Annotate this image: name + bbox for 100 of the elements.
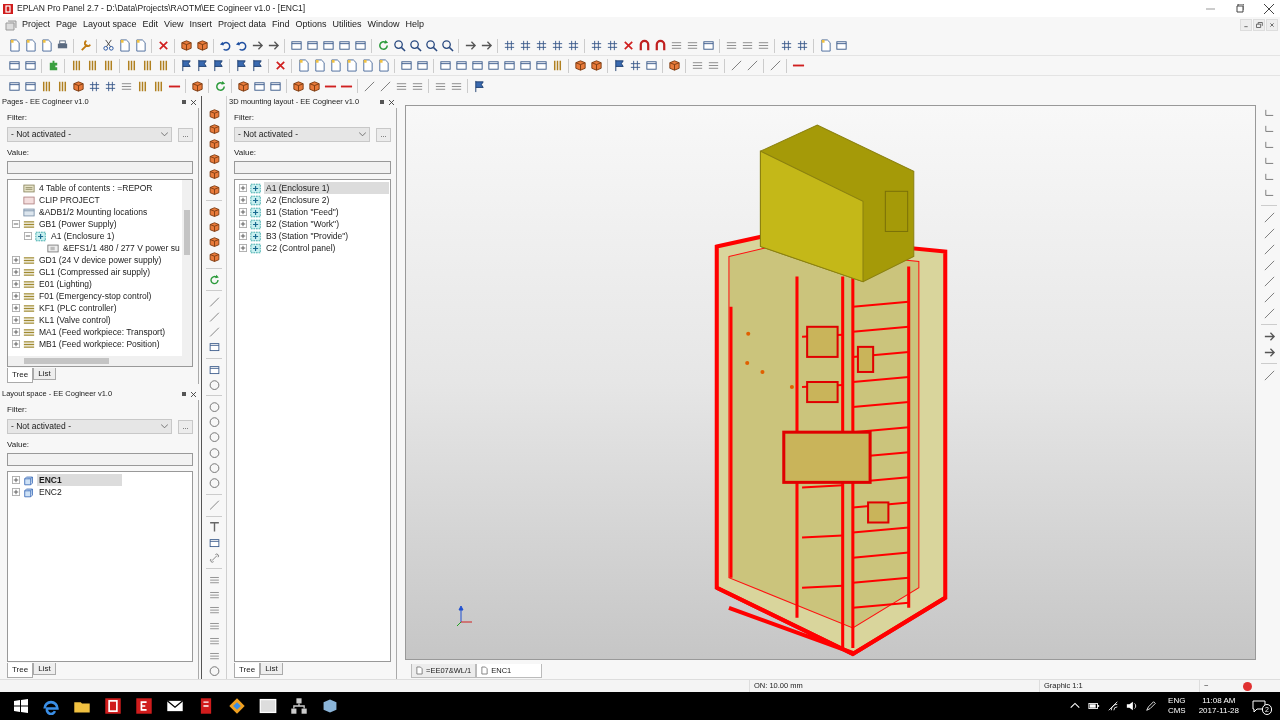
value-field[interactable]	[7, 453, 193, 466]
wrench-icon[interactable]	[78, 39, 92, 52]
cube-icon[interactable]	[667, 59, 681, 72]
network-icon[interactable]	[290, 697, 308, 715]
cube-icon[interactable]	[71, 79, 85, 93]
cube-icon[interactable]	[207, 168, 221, 181]
scissors-icon[interactable]	[101, 39, 115, 52]
expand-icon[interactable]	[12, 488, 20, 496]
panel-tab[interactable]: List	[260, 663, 283, 675]
flag-icon[interactable]	[612, 59, 626, 72]
expand-icon[interactable]	[12, 268, 20, 276]
cube-icon[interactable]	[207, 153, 221, 166]
expand-icon[interactable]	[239, 196, 247, 204]
cube-icon[interactable]	[207, 183, 221, 196]
restore-icon[interactable]	[1235, 4, 1244, 13]
grid-icon[interactable]	[518, 39, 532, 52]
line-icon[interactable]	[745, 59, 759, 72]
magnifier-icon[interactable]	[408, 39, 422, 52]
refresh-icon[interactable]	[376, 39, 390, 52]
line-icon[interactable]	[378, 79, 392, 93]
cube-icon[interactable]	[207, 251, 221, 264]
panel-tab[interactable]: Tree	[7, 368, 34, 383]
tree-view[interactable]	[7, 179, 193, 367]
arrow-icon[interactable]	[250, 39, 264, 52]
tree-item[interactable]: E01 (Lighting)	[37, 278, 94, 290]
tree-item[interactable]: GD1 (24 V device power supply)	[37, 254, 164, 266]
tree-item[interactable]: KL1 (Valve control)	[37, 314, 113, 326]
expand-icon[interactable]	[12, 304, 20, 312]
flag-icon[interactable]	[250, 59, 264, 72]
cube-icon[interactable]	[207, 205, 221, 218]
expand-icon[interactable]	[239, 184, 247, 192]
value-field[interactable]	[7, 161, 193, 174]
expand-icon[interactable]	[12, 256, 20, 264]
window-icon[interactable]	[259, 697, 277, 715]
cube-icon[interactable]	[573, 59, 587, 72]
menu-item[interactable]: Find	[269, 18, 293, 32]
value-field[interactable]	[234, 161, 391, 174]
panel-tab[interactable]: Tree	[7, 663, 34, 678]
lines-icon[interactable]	[740, 39, 754, 52]
flag-icon[interactable]	[211, 59, 225, 72]
lines-icon[interactable]	[706, 59, 720, 72]
undo-icon[interactable]	[234, 39, 248, 52]
error-icon[interactable]	[1243, 681, 1252, 691]
panel-tab[interactable]: List	[33, 368, 56, 380]
expand-icon[interactable]	[12, 328, 20, 336]
circle-icon[interactable]	[207, 477, 221, 490]
text-icon[interactable]	[207, 521, 221, 534]
close-icon[interactable]	[191, 391, 196, 397]
menu-item[interactable]: Layout space	[80, 18, 140, 32]
line-icon[interactable]	[1262, 226, 1276, 240]
line-icon[interactable]	[768, 59, 782, 72]
menu-item[interactable]: Options	[292, 18, 330, 32]
arrow-icon[interactable]	[266, 39, 280, 52]
menu-item[interactable]: Insert	[186, 18, 215, 32]
expand-icon[interactable]	[239, 244, 247, 252]
arrow-icon[interactable]	[463, 39, 477, 52]
diamond-icon[interactable]	[228, 697, 246, 715]
tree-item[interactable]: ENC2	[37, 486, 64, 498]
filter-dropdown[interactable]: - Not activated -	[234, 127, 370, 142]
line-icon[interactable]	[1262, 210, 1276, 224]
cube-icon[interactable]	[236, 79, 250, 93]
tree-item[interactable]: 4 Table of contents : =REPOR	[37, 182, 155, 194]
grid-icon[interactable]	[605, 39, 619, 52]
grid-icon[interactable]	[87, 79, 101, 93]
circle-icon[interactable]	[207, 665, 221, 678]
grid-icon[interactable]	[534, 39, 548, 52]
expand-icon[interactable]	[12, 476, 20, 484]
line-icon[interactable]	[1262, 306, 1276, 320]
cube-icon[interactable]	[207, 107, 221, 120]
expand-icon[interactable]	[12, 280, 20, 288]
expand-icon[interactable]	[12, 340, 20, 348]
tree-item[interactable]: A1 (Enclosure 1)	[264, 182, 390, 194]
circle-icon[interactable]	[207, 400, 221, 414]
cube-icon[interactable]	[207, 122, 221, 135]
grid-icon[interactable]	[550, 39, 564, 52]
grid-icon[interactable]	[103, 79, 117, 93]
battery-icon[interactable]	[1087, 700, 1100, 712]
menu-item[interactable]: Utilities	[329, 18, 365, 32]
tree-item[interactable]: MA1 (Feed workpiece: Transport)	[37, 326, 168, 338]
cube-icon[interactable]	[307, 79, 321, 93]
expand-icon[interactable]	[12, 316, 20, 324]
line-icon[interactable]	[1262, 274, 1276, 288]
scroll-thumb[interactable]	[184, 210, 190, 255]
arrow-icon[interactable]	[479, 39, 493, 52]
flag-icon[interactable]	[234, 59, 248, 72]
cube-icon[interactable]	[589, 59, 603, 72]
cube-icon[interactable]	[207, 220, 221, 234]
menu-item[interactable]: Edit	[139, 18, 162, 32]
circle-icon[interactable]	[207, 378, 221, 391]
tree-item[interactable]: B1 (Station "Feed")	[264, 206, 341, 218]
enclosure-drawing[interactable]	[714, 124, 948, 657]
collapse-icon[interactable]	[12, 220, 20, 228]
line-icon[interactable]	[362, 79, 376, 93]
grid-icon[interactable]	[502, 39, 516, 52]
lines-icon[interactable]	[685, 39, 699, 52]
tree-item[interactable]: A1 (Enclosure 1)	[49, 230, 117, 242]
circle-icon[interactable]	[207, 431, 221, 444]
app-icon[interactable]	[135, 697, 153, 715]
tree-item[interactable]: B2 (Station "Work")	[264, 218, 341, 230]
lines-icon[interactable]	[756, 39, 770, 52]
